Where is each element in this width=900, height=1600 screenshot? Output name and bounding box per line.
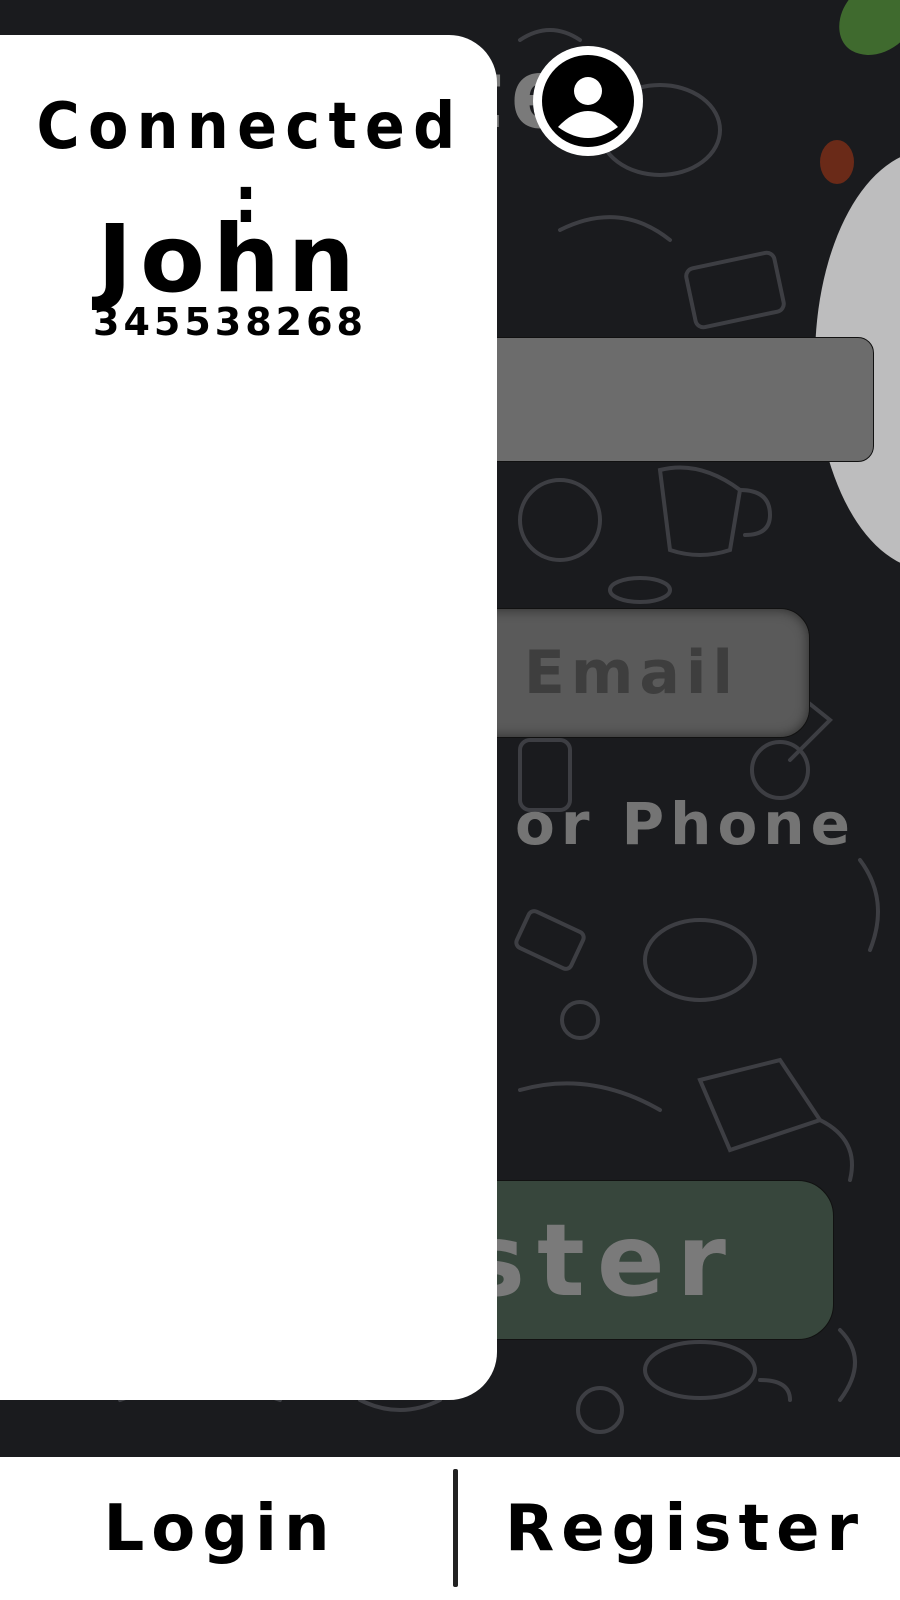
side-drawer: Connected : John 345538268	[0, 35, 497, 1400]
or-phone-label[interactable]: or Phone	[515, 790, 856, 858]
bottom-nav: Login Register	[0, 1457, 900, 1600]
nav-divider	[453, 1469, 458, 1587]
nav-login-button[interactable]: Login	[0, 1457, 440, 1600]
berry-image	[820, 140, 854, 184]
nav-register-button[interactable]: Register	[470, 1457, 900, 1600]
user-phone: 345538268	[93, 300, 367, 344]
user-name: John	[97, 205, 363, 314]
account-circle-icon	[542, 55, 634, 147]
account-button[interactable]	[533, 46, 643, 156]
app-screen: ster Email or Phone ster Connected : Joh…	[0, 0, 900, 1600]
